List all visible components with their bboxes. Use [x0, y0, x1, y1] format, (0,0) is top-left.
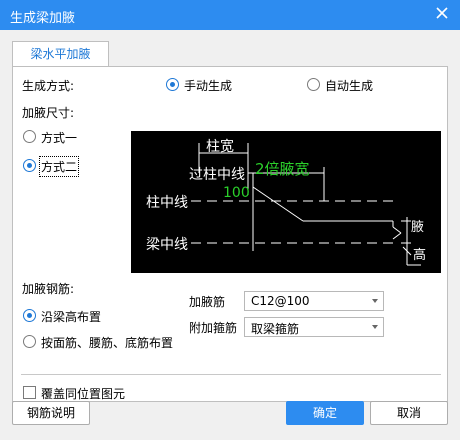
window-title: 生成梁加腋 — [10, 11, 76, 26]
rebar-help-button[interactable]: 钢筋说明 — [12, 401, 90, 425]
haunch-diagram-drawing: 柱宽 过柱中线 柱中线 梁中线 腋 高 2倍腋宽 100 — [146, 138, 426, 266]
diagram-height-text: 高 — [413, 247, 426, 263]
size-option-2-radio[interactable] — [23, 159, 36, 172]
diagram-haunch-text: 腋 — [411, 220, 424, 235]
diagram-value-100-text: 100 — [223, 185, 250, 201]
tab-beam-horizontal-haunch[interactable]: 梁水平加腋 — [12, 41, 109, 67]
diagram-double-width-text: 2倍腋宽 — [255, 160, 310, 178]
haunch-size-label: 加腋尺寸: — [22, 106, 75, 120]
extra-stirrup-value: 取梁箍筋 — [251, 322, 300, 336]
along-beam-radio[interactable] — [23, 309, 36, 322]
overwrite-checkbox[interactable] — [23, 386, 36, 399]
manual-generate-radio[interactable] — [166, 78, 179, 91]
title-bar: 生成梁加腋 — [0, 0, 460, 30]
haunch-bar-select[interactable]: C12@100 — [244, 291, 384, 311]
along-beam-label: 沿梁高布置 — [41, 310, 102, 324]
haunch-bar-label: 加腋筋 — [189, 295, 226, 309]
chevron-down-icon — [372, 325, 378, 329]
chevron-down-icon — [372, 299, 378, 303]
size-option-1-radio[interactable] — [23, 130, 36, 143]
extra-stirrup-label: 附加箍筋 — [189, 321, 238, 335]
diagram-col-width-text: 柱宽 — [206, 138, 234, 155]
ok-button[interactable]: 确定 — [286, 401, 364, 425]
dialog-body: 梁水平加腋 生成方式: 手动生成 自动生成 加腋尺寸: 方式一 方式二 柱宽 过… — [0, 30, 460, 440]
auto-generate-label: 自动生成 — [325, 79, 374, 93]
overwrite-label: 覆盖同位置图元 — [41, 387, 126, 401]
diagram-through-center-text: 过柱中线 — [189, 167, 245, 183]
size-option-1-label: 方式一 — [41, 131, 78, 145]
tab-panel: 生成方式: 手动生成 自动生成 加腋尺寸: 方式一 方式二 柱宽 过柱中线 柱中… — [12, 66, 448, 402]
close-icon[interactable] — [434, 5, 450, 21]
divider — [21, 374, 441, 375]
auto-generate-radio[interactable] — [307, 78, 320, 91]
haunch-diagram: 柱宽 过柱中线 柱中线 梁中线 腋 高 2倍腋宽 100 — [131, 131, 441, 273]
manual-generate-label: 手动生成 — [184, 79, 233, 93]
by-face-radio[interactable] — [23, 335, 36, 348]
haunch-bar-value: C12@100 — [251, 294, 310, 308]
diagram-col-center-text: 柱中线 — [146, 195, 188, 211]
extra-stirrup-select[interactable]: 取梁箍筋 — [244, 317, 384, 337]
size-option-2-label: 方式二 — [38, 156, 80, 177]
diagram-beam-center-text: 梁中线 — [146, 237, 188, 253]
by-face-label: 按面筋、腰筋、底筋布置 — [41, 336, 174, 350]
cancel-button[interactable]: 取消 — [370, 401, 448, 425]
generation-mode-label: 生成方式: — [22, 79, 75, 93]
haunch-rebar-label: 加腋钢筋: — [22, 282, 75, 296]
